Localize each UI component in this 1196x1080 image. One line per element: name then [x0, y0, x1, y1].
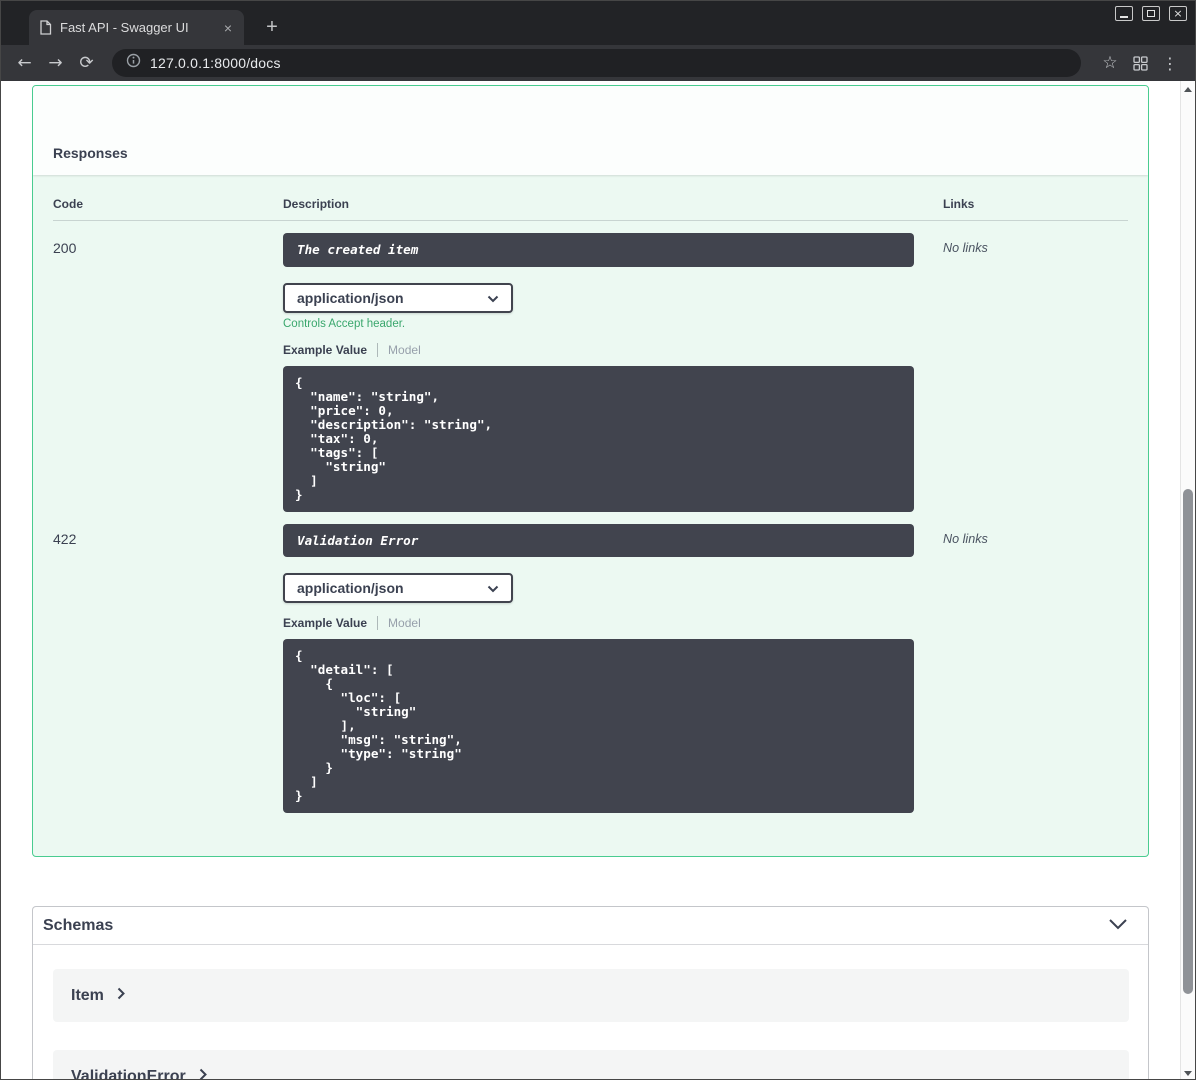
response-code: 200 [53, 240, 77, 256]
page-favicon-icon [39, 20, 52, 35]
tab-model[interactable]: Model [388, 616, 421, 630]
maximize-icon [1147, 10, 1155, 17]
responses-table: Code Description Links 200 The created i… [33, 175, 1148, 833]
chevron-right-icon [199, 1068, 207, 1079]
responses-heading: Responses [53, 145, 128, 161]
operation-block-post: Responses Code Description Links 200 The… [32, 85, 1149, 857]
schema-item-row[interactable]: Item [53, 969, 1129, 1022]
tab-example-value[interactable]: Example Value [283, 616, 367, 630]
column-header-links: Links [943, 197, 975, 211]
maximize-button[interactable] [1142, 6, 1160, 21]
responses-table-header: Code Description Links [53, 187, 1128, 221]
back-button[interactable]: ← [9, 54, 40, 72]
schemas-heading: Schemas [43, 916, 114, 934]
tab-title: Fast API - Swagger UI [60, 20, 189, 35]
response-row-422: 422 Validation Error application/json Ex… [53, 512, 1128, 814]
responses-section-header: Responses [33, 86, 1148, 175]
column-header-description: Description [283, 197, 350, 211]
chevron-down-icon [487, 580, 499, 596]
close-icon: × [1173, 7, 1183, 20]
column-header-code: Code [53, 197, 83, 211]
scrollbar-thumb[interactable] [1183, 489, 1193, 994]
tab-example-value[interactable]: Example Value [283, 343, 367, 357]
new-tab-button[interactable]: + [259, 15, 285, 41]
url-text: 127.0.0.1:8000/docs [150, 55, 281, 71]
example-model-tabs: Example Value Model [283, 616, 943, 631]
response-links: No links [943, 241, 988, 255]
example-model-tabs: Example Value Model [283, 342, 943, 357]
media-type-select[interactable]: application/json [283, 573, 513, 604]
media-type-value: application/json [297, 289, 404, 306]
forward-button[interactable]: → [40, 54, 71, 72]
chevron-down-icon[interactable] [1108, 917, 1128, 935]
response-row-200: 200 The created item application/json Co… [53, 221, 1128, 512]
menu-kebab-icon[interactable]: ⋮ [1155, 54, 1185, 73]
schema-name: Item [71, 986, 104, 1004]
swagger-page: Responses Code Description Links 200 The… [1, 81, 1181, 1080]
controls-accept-note: Controls Accept header. [283, 317, 406, 330]
scroll-down-arrow[interactable] [1181, 1065, 1195, 1079]
response-description: The created item [283, 233, 914, 267]
site-info-icon[interactable] [126, 53, 141, 73]
minimize-icon [1120, 15, 1128, 18]
tab-close-icon[interactable]: × [220, 19, 236, 37]
address-bar[interactable]: 127.0.0.1:8000/docs [112, 49, 1081, 77]
chevron-right-icon [117, 987, 125, 1005]
window-titlebar: Fast API - Swagger UI × + × [1, 1, 1195, 45]
response-code: 422 [53, 530, 77, 547]
chevron-down-icon [487, 290, 499, 306]
bookmark-star-icon[interactable]: ☆ [1095, 53, 1125, 73]
media-type-value: application/json [297, 580, 404, 597]
page-scrollbar[interactable] [1180, 81, 1195, 1079]
schemas-header[interactable]: Schemas [33, 907, 1148, 945]
extensions-icon[interactable] [1125, 55, 1155, 71]
scroll-up-arrow[interactable] [1181, 81, 1195, 97]
tab-divider [377, 616, 379, 631]
browser-tab[interactable]: Fast API - Swagger UI × [29, 10, 244, 45]
response-links: No links [943, 531, 988, 546]
reload-button[interactable]: ⟳ [71, 54, 102, 72]
schemas-section: Schemas Item ValidationError [32, 906, 1149, 1080]
minimize-button[interactable] [1115, 6, 1133, 21]
media-type-select[interactable]: application/json [283, 282, 513, 313]
schema-validationerror-row[interactable]: ValidationError [53, 1050, 1129, 1080]
response-description: Validation Error [283, 523, 914, 558]
schema-name: ValidationError [71, 1067, 186, 1080]
tab-model[interactable]: Model [388, 343, 421, 357]
example-json-block: { "name": "string", "price": 0, "descrip… [283, 365, 914, 512]
close-button[interactable]: × [1169, 6, 1187, 21]
example-json-block: { "detail": [ { "loc": [ "string" ], "ms… [283, 639, 914, 814]
browser-toolbar: ← → ⟳ 127.0.0.1:8000/docs ☆ ⋮ [1, 45, 1195, 81]
window-controls: × [1115, 6, 1187, 21]
tab-divider [377, 342, 379, 357]
browser-window: Fast API - Swagger UI × + × ← → ⟳ 127.0.… [0, 0, 1196, 1080]
